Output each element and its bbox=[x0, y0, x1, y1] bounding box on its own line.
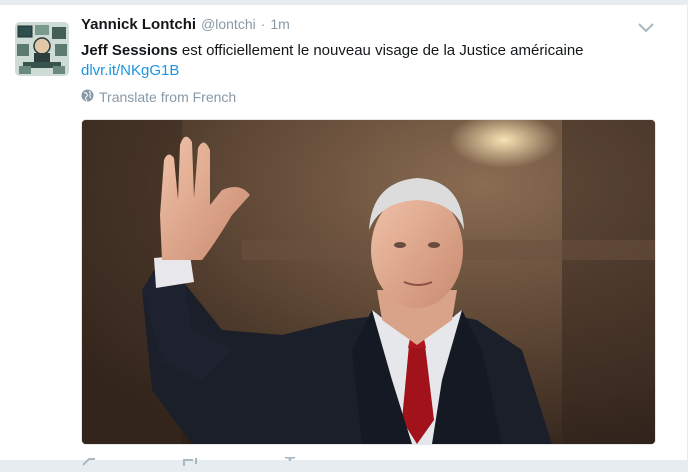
tweet-link[interactable]: dlvr.it/NKgG1B bbox=[81, 61, 179, 81]
avatar-illustration bbox=[15, 22, 69, 76]
author-handle[interactable]: @lontchi bbox=[201, 16, 256, 32]
photo-image bbox=[82, 120, 655, 444]
tweet-photo[interactable] bbox=[81, 119, 656, 445]
globe-icon bbox=[81, 89, 94, 105]
timestamp[interactable]: 1m bbox=[270, 16, 289, 32]
retweet-icon[interactable] bbox=[181, 454, 199, 466]
translate-button[interactable]: Translate from French bbox=[81, 89, 236, 105]
reply-icon[interactable] bbox=[81, 454, 99, 466]
author-name[interactable]: Yannick Lontchi bbox=[81, 16, 196, 33]
tweet-header: Yannick Lontchi @lontchi · 1m bbox=[81, 16, 667, 38]
mention-name: Jeff Sessions bbox=[81, 42, 178, 59]
chevron-down-icon[interactable] bbox=[637, 21, 655, 33]
tweet-text: Jeff Sessions est officiellement le nouv… bbox=[81, 41, 661, 61]
tweet-card[interactable]: Yannick Lontchi @lontchi · 1m Jeff Sessi… bbox=[0, 4, 687, 466]
heart-icon[interactable] bbox=[281, 454, 299, 464]
tweet-body: est officiellement le nouveau visage de … bbox=[177, 42, 584, 59]
avatar[interactable] bbox=[15, 22, 69, 76]
separator: · bbox=[260, 16, 266, 32]
translate-label: Translate from French bbox=[99, 89, 237, 105]
tweet-actions bbox=[81, 454, 299, 466]
